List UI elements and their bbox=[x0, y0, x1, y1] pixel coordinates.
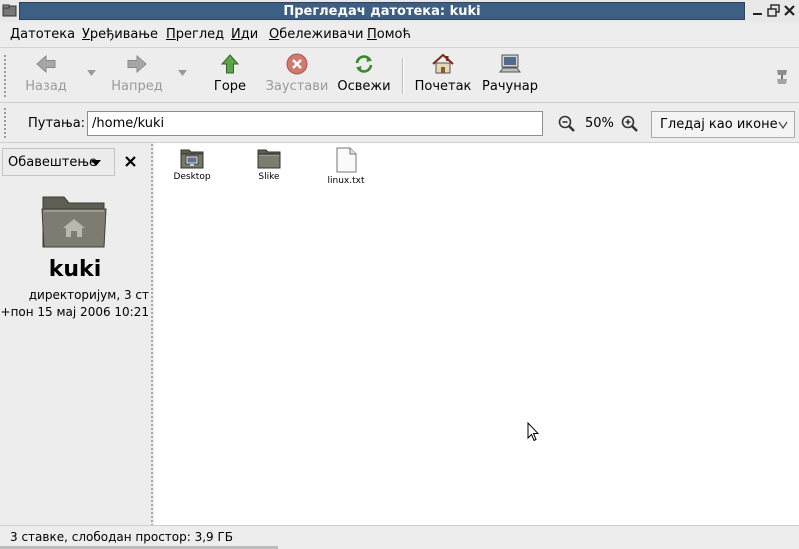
back-button[interactable]: Назад bbox=[22, 52, 70, 100]
zoom-in-icon[interactable] bbox=[621, 115, 639, 133]
mouse-cursor-icon bbox=[527, 422, 539, 442]
stop-icon bbox=[286, 53, 308, 75]
close-icon[interactable] bbox=[782, 3, 797, 18]
menu-go-mnemonic: И bbox=[231, 27, 241, 42]
minimize-icon[interactable] bbox=[750, 3, 765, 18]
status-text: 3 ставке, слободан простор: 3,9 ГБ bbox=[10, 530, 234, 544]
window-title: Прегледач датотека: kuki bbox=[283, 4, 481, 19]
folder-date: +пон 15 мај 2006 10:21 bbox=[0, 305, 149, 319]
up-button-label: Горе bbox=[213, 79, 247, 94]
side-pane-selector[interactable]: Обавештење bbox=[2, 148, 115, 176]
menu-edit[interactable]: Уређивање bbox=[82, 27, 158, 42]
menu-file-mnemonic: Д bbox=[10, 27, 21, 42]
back-button-label: Назад bbox=[25, 79, 67, 94]
menu-edit-label: ређивање bbox=[89, 27, 159, 42]
reload-button[interactable]: Освежи bbox=[336, 52, 392, 100]
menu-view-label: реглед bbox=[175, 27, 225, 42]
menu-go[interactable]: Иди bbox=[231, 27, 258, 42]
file-item-desktop[interactable]: Desktop bbox=[154, 147, 230, 182]
home-button-label: Почетак bbox=[414, 79, 472, 94]
maximize-icon[interactable] bbox=[766, 3, 781, 18]
file-item-linux-txt[interactable]: linux.txt bbox=[308, 147, 384, 186]
location-bar: Путања: 50% Гледај као иконе bbox=[0, 103, 799, 143]
file-item-slike[interactable]: Slike bbox=[231, 147, 307, 182]
side-pane-header: Обавештење bbox=[0, 146, 150, 178]
status-bar: 3 ставке, слободан простор: 3,9 ГБ bbox=[0, 525, 799, 549]
menu-bookmarks[interactable]: Обележивачи bbox=[269, 27, 363, 42]
forward-arrow-icon bbox=[127, 54, 147, 74]
home-button[interactable]: Почетак bbox=[414, 52, 472, 100]
menu-bookmarks-label: бележивачи bbox=[279, 27, 364, 42]
file-manager-icon[interactable] bbox=[2, 3, 17, 18]
computer-icon bbox=[499, 54, 521, 73]
toolbar-grip[interactable] bbox=[3, 54, 7, 98]
side-pane-dropdown-icon bbox=[91, 160, 101, 166]
menu-file-label: атотека bbox=[20, 27, 76, 42]
location-label: Путања: bbox=[28, 116, 86, 131]
back-history-dropdown-icon[interactable] bbox=[87, 70, 96, 76]
menu-help-label: омоћ bbox=[376, 27, 411, 42]
desktop-folder-icon bbox=[180, 149, 204, 169]
reload-icon bbox=[355, 55, 373, 73]
back-arrow-icon bbox=[36, 54, 56, 74]
folder-name: kuki bbox=[48, 257, 102, 282]
forward-history-dropdown-icon[interactable] bbox=[178, 70, 187, 76]
stop-button-label: Заустави bbox=[265, 79, 329, 94]
menu-edit-mnemonic: У bbox=[82, 27, 90, 42]
title-bar[interactable]: Прегледач датотека: kuki bbox=[0, 0, 799, 22]
file-name: linux.txt bbox=[327, 176, 365, 186]
menu-help[interactable]: Помоћ bbox=[367, 27, 411, 42]
location-input[interactable] bbox=[87, 111, 543, 136]
forward-button[interactable]: Напред bbox=[111, 52, 163, 100]
home-folder-icon bbox=[41, 196, 107, 248]
menu-help-mnemonic: П bbox=[367, 27, 377, 42]
text-file-icon bbox=[336, 147, 357, 173]
folder-icon bbox=[257, 149, 281, 169]
forward-button-label: Напред bbox=[111, 79, 163, 94]
chevron-down-icon bbox=[778, 121, 788, 129]
file-view[interactable]: Desktop Slike linux.txt bbox=[154, 143, 799, 525]
side-pane-title: Обавештење bbox=[8, 155, 98, 170]
toolbar: Назад Напред Горе Заустави Освежи Почета… bbox=[0, 48, 799, 103]
reload-button-label: Освежи bbox=[337, 79, 391, 94]
side-pane: Обавештење kuki директоријум, 3 ст +пон … bbox=[0, 143, 150, 525]
file-name: Desktop bbox=[173, 172, 211, 182]
file-name: Slike bbox=[258, 172, 280, 182]
home-icon bbox=[432, 53, 454, 74]
toolbar-separator bbox=[402, 58, 404, 94]
location-grip[interactable] bbox=[3, 107, 7, 139]
stop-button[interactable]: Заустави bbox=[265, 52, 329, 100]
computer-button[interactable]: Рачунар bbox=[481, 52, 539, 100]
menu-bookmarks-mnemonic: О bbox=[269, 27, 280, 42]
menu-view-mnemonic: П bbox=[166, 27, 176, 42]
computer-button-label: Рачунар bbox=[482, 79, 538, 94]
zoom-out-icon[interactable] bbox=[558, 115, 576, 133]
title-strip: Прегледач датотека: kuki bbox=[19, 2, 745, 20]
folder-info: директоријум, 3 ст bbox=[28, 288, 149, 302]
zoom-level[interactable]: 50% bbox=[585, 116, 614, 131]
menu-bar: Датотека Уређивање Преглед Иди Обележива… bbox=[0, 22, 799, 48]
menu-go-label: ди bbox=[240, 27, 259, 42]
up-button[interactable]: Горе bbox=[208, 52, 252, 100]
menu-view[interactable]: Преглед bbox=[166, 27, 224, 42]
up-arrow-icon bbox=[220, 54, 240, 74]
view-mode-select[interactable]: Гледај као иконе bbox=[651, 111, 795, 138]
view-mode-value: Гледај као иконе bbox=[660, 117, 778, 132]
menu-file[interactable]: Датотека bbox=[10, 27, 75, 42]
close-side-pane-icon[interactable] bbox=[124, 155, 137, 168]
throbber-icon bbox=[777, 70, 787, 84]
